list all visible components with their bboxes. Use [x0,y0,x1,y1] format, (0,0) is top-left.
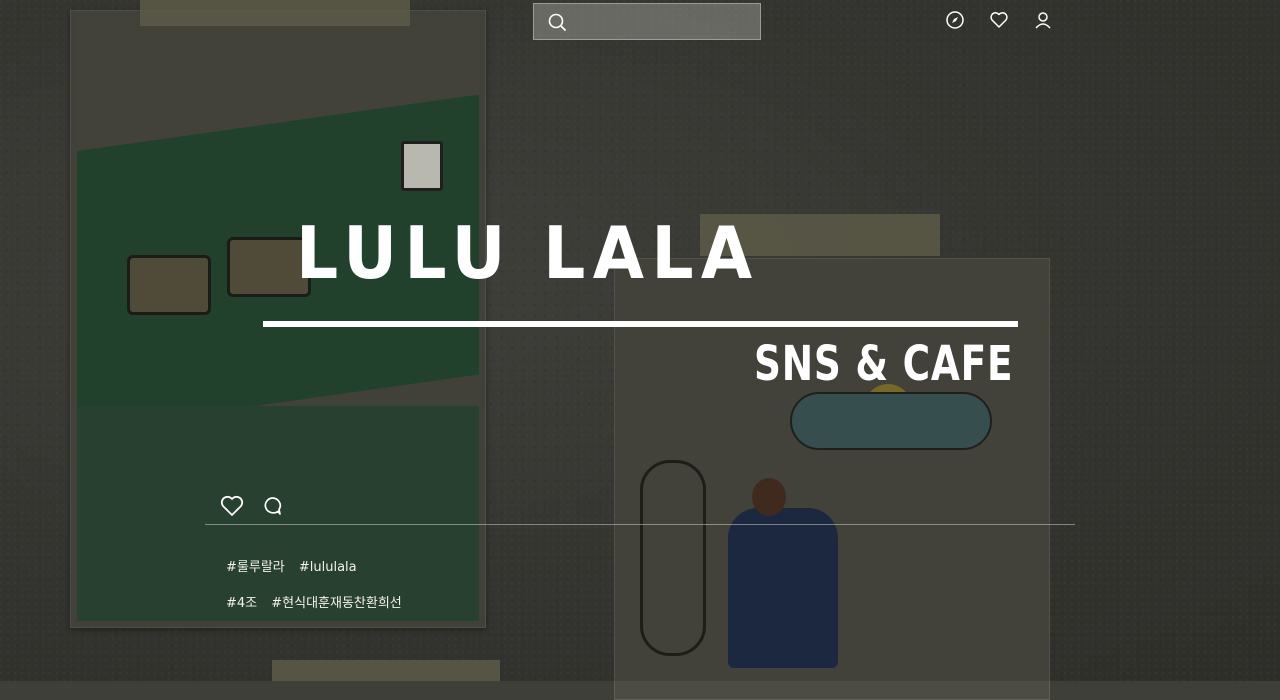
search-input[interactable] [568,3,760,40]
compass-icon[interactable] [944,9,966,31]
hashtag[interactable]: #현식대훈재동찬환희선 [271,596,402,611]
hashtag[interactable]: #4조 [226,596,257,611]
background-photo [0,0,1280,700]
tag-row: #룰루랄라 #lululala [226,556,367,575]
hero-divider [263,321,1018,327]
search-bar[interactable] [533,3,761,40]
hashtag[interactable]: #룰루랄라 [226,560,285,575]
dark-overlay [0,0,1280,681]
top-nav [944,9,1054,31]
hero-subtitle: SNS & CAFE [754,336,1014,392]
heart-icon[interactable] [988,9,1010,31]
hero-title: LULU LALA [296,211,760,295]
tag-row: #4조 #현식대훈재동찬환희선 [226,592,412,611]
post-actions [218,492,286,520]
search-icon [546,11,568,33]
hashtag[interactable]: #lululala [299,560,357,575]
post-divider [205,524,1075,525]
user-icon[interactable] [1032,9,1054,31]
comment-icon[interactable] [258,492,286,520]
heart-icon[interactable] [218,492,246,520]
